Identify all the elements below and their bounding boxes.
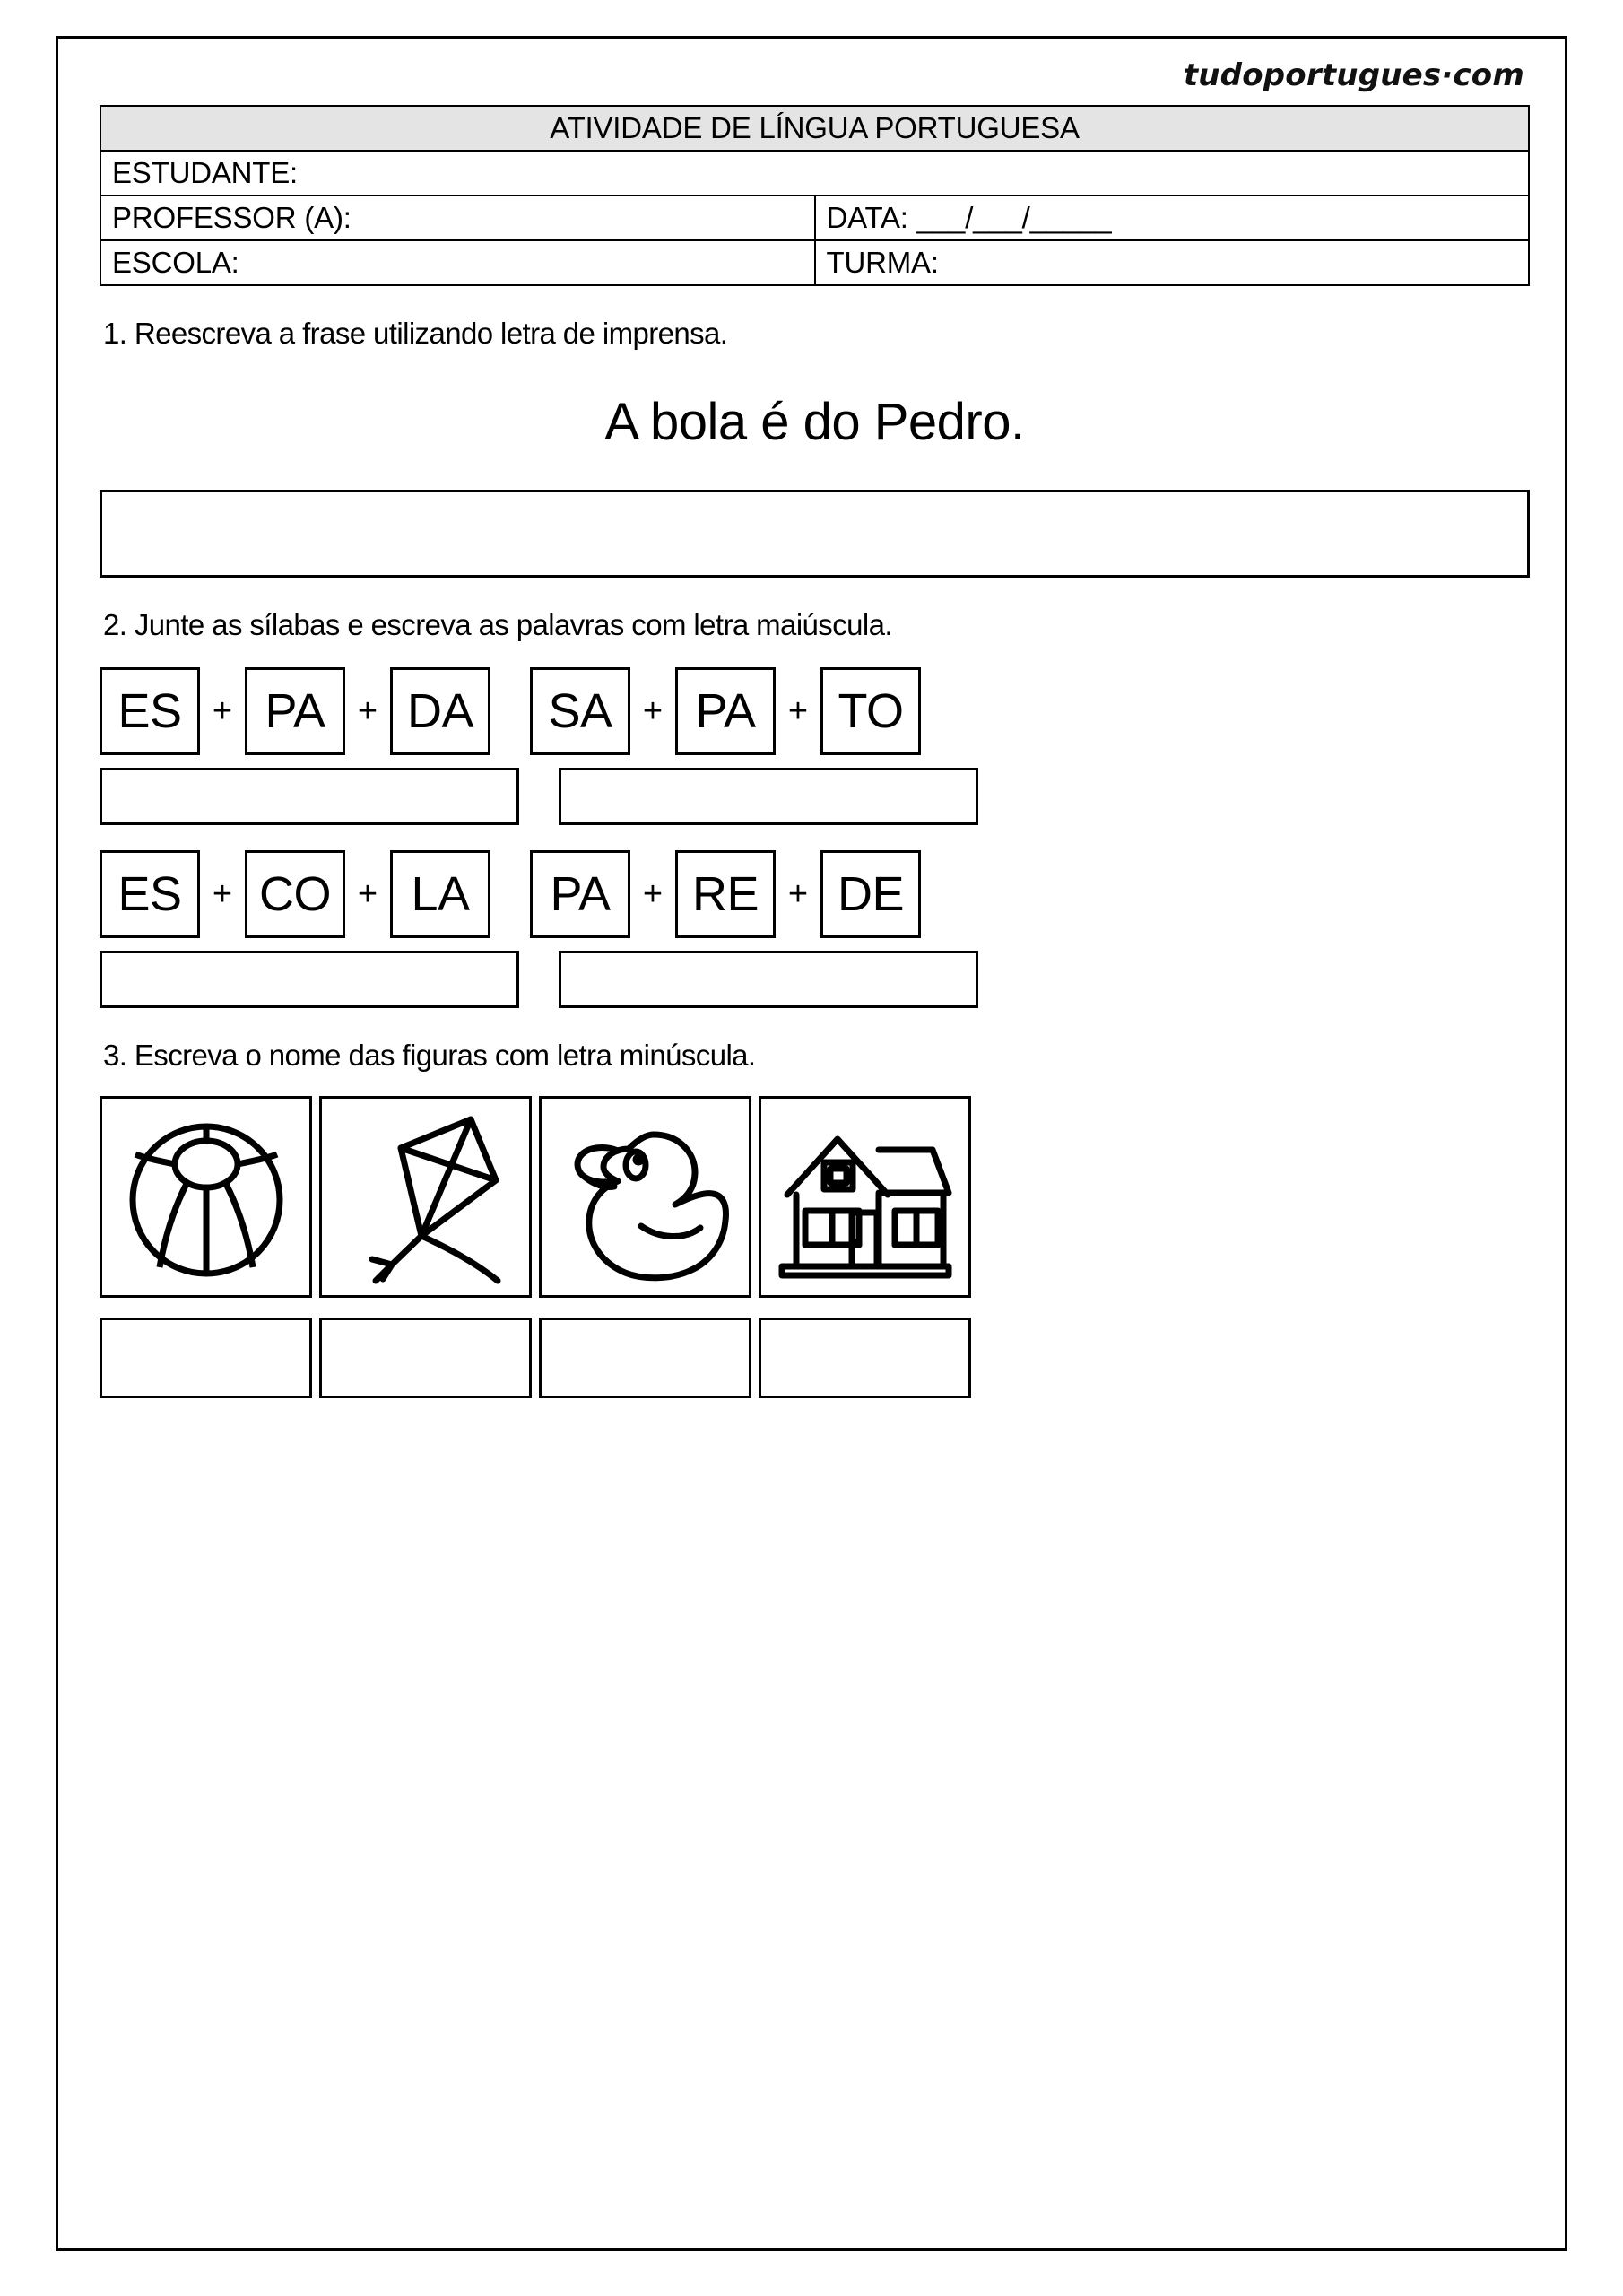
question-1-sentence: A bola é do Pedro. bbox=[604, 393, 1025, 451]
plus-operator: + bbox=[212, 874, 233, 913]
site-watermark: tudoportugues·com bbox=[1183, 57, 1524, 93]
syllable-box: LA bbox=[390, 850, 490, 938]
plus-operator: + bbox=[212, 691, 233, 730]
syllable-answer-row-1 bbox=[100, 768, 1530, 825]
figure-answer-box[interactable] bbox=[319, 1318, 532, 1398]
syllable-box: CO bbox=[245, 850, 345, 938]
syllable-answer-box[interactable] bbox=[559, 768, 978, 825]
question-1-answer-box[interactable] bbox=[100, 490, 1530, 578]
table-row-student: ESTUDANTE: bbox=[100, 150, 1530, 196]
syllable-answer-box[interactable] bbox=[100, 951, 519, 1008]
syllable-group-espada: ES + PA + DA bbox=[100, 667, 490, 755]
syllable-box: TO bbox=[820, 667, 921, 755]
figure-row bbox=[100, 1096, 1530, 1298]
class-field[interactable]: TURMA: bbox=[813, 239, 1530, 286]
syllable-box: PA bbox=[245, 667, 345, 755]
student-name-field[interactable]: ESTUDANTE: bbox=[100, 150, 1530, 196]
figure-cell-ball bbox=[100, 1096, 312, 1298]
table-row-school: ESCOLA: TURMA: bbox=[100, 239, 1530, 286]
figure-cell-house bbox=[759, 1096, 971, 1298]
figure-cell-kite bbox=[319, 1096, 532, 1298]
syllable-box: DA bbox=[390, 667, 490, 755]
plus-operator: + bbox=[787, 691, 809, 730]
figure-answer-box[interactable] bbox=[100, 1318, 312, 1398]
table-row-title: ATIVIDADE DE LÍNGUA PORTUGUESA bbox=[100, 105, 1530, 152]
kite-icon bbox=[336, 1105, 516, 1289]
figure-cell-duck bbox=[539, 1096, 751, 1298]
syllable-row-2: ES + CO + LA PA + RE + DE bbox=[100, 850, 1530, 938]
date-field[interactable]: DATA: ___/___/_____ bbox=[813, 195, 1530, 241]
syllable-group-escola: ES + CO + LA bbox=[100, 850, 490, 938]
syllable-box: SA bbox=[530, 667, 630, 755]
house-icon bbox=[773, 1112, 957, 1283]
worksheet-content: tudoportugues·com ATIVIDADE DE LÍNGUA PO… bbox=[100, 55, 1530, 1398]
syllable-box: RE bbox=[675, 850, 776, 938]
syllable-answer-row-2 bbox=[100, 951, 1530, 1008]
worksheet-page: tudoportugues·com ATIVIDADE DE LÍNGUA PO… bbox=[56, 36, 1567, 2251]
school-name-field[interactable]: ESCOLA: bbox=[100, 239, 816, 286]
beach-ball-icon bbox=[117, 1108, 296, 1287]
worksheet-title: ATIVIDADE DE LÍNGUA PORTUGUESA bbox=[100, 105, 1530, 152]
syllable-box: ES bbox=[100, 850, 200, 938]
teacher-name-field[interactable]: PROFESSOR (A): bbox=[100, 195, 816, 241]
syllable-box: DE bbox=[820, 850, 921, 938]
figure-answer-row bbox=[100, 1318, 1530, 1398]
student-info-table: ATIVIDADE DE LÍNGUA PORTUGUESA ESTUDANTE… bbox=[100, 105, 1530, 286]
syllable-box: PA bbox=[675, 667, 776, 755]
table-row-teacher: PROFESSOR (A): DATA: ___/___/_____ bbox=[100, 195, 1530, 241]
syllable-row-1: ES + PA + DA SA + PA + TO bbox=[100, 667, 1530, 755]
plus-operator: + bbox=[642, 874, 664, 913]
syllable-box: ES bbox=[100, 667, 200, 755]
syllable-answer-box[interactable] bbox=[559, 951, 978, 1008]
syllable-group-sapato: SA + PA + TO bbox=[530, 667, 921, 755]
question-2-prompt: 2. Junte as sílabas e escreva as palavra… bbox=[103, 608, 893, 641]
question-1-prompt: 1. Reescreva a frase utilizando letra de… bbox=[103, 317, 728, 350]
figure-answer-box[interactable] bbox=[539, 1318, 751, 1398]
plus-operator: + bbox=[357, 874, 378, 913]
question-3-prompt: 3. Escreva o nome das figuras com letra … bbox=[103, 1039, 756, 1072]
figure-answer-box[interactable] bbox=[759, 1318, 971, 1398]
rubber-duck-icon bbox=[553, 1109, 737, 1284]
syllable-group-parede: PA + RE + DE bbox=[530, 850, 921, 938]
syllable-answer-box[interactable] bbox=[100, 768, 519, 825]
plus-operator: + bbox=[642, 691, 664, 730]
plus-operator: + bbox=[357, 691, 378, 730]
syllable-box: PA bbox=[530, 850, 630, 938]
plus-operator: + bbox=[787, 874, 809, 913]
